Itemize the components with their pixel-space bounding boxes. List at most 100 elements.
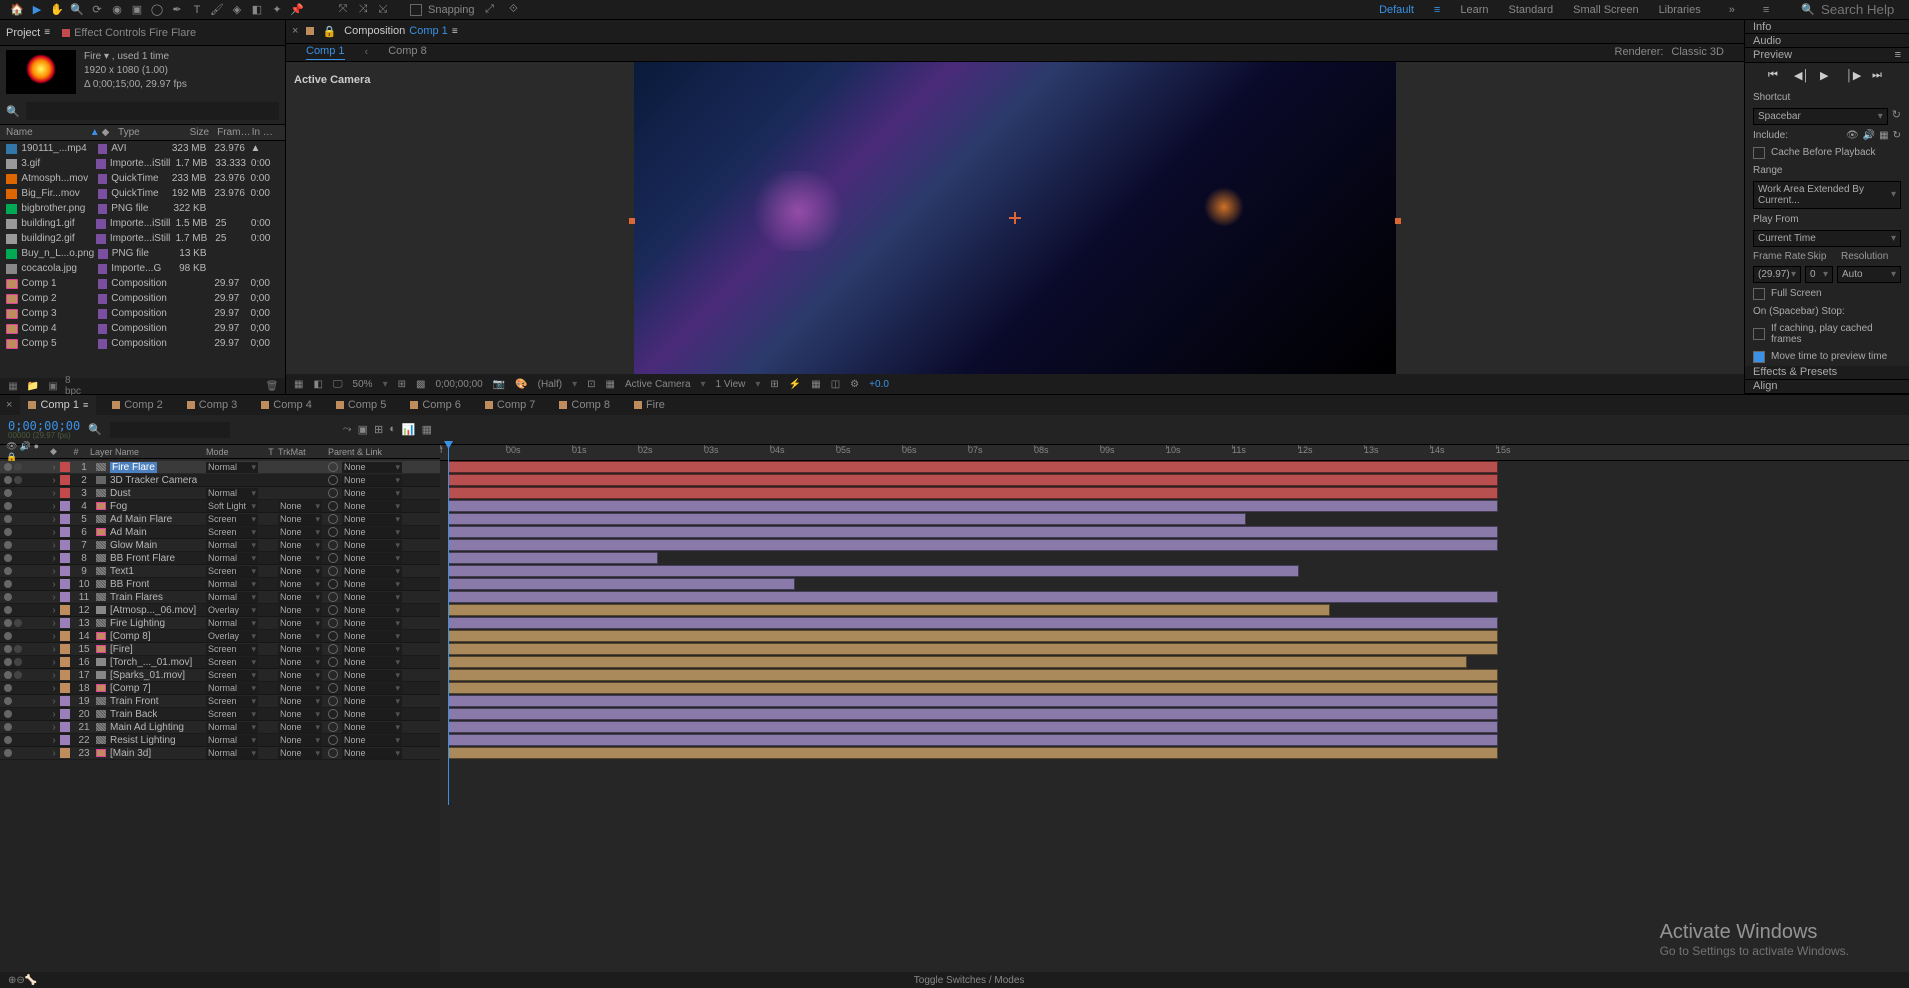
pen-tool-icon[interactable]: ✒ — [168, 1, 186, 19]
timeline-clip[interactable] — [448, 708, 1498, 720]
flowchart-icon[interactable]: ◫ — [831, 379, 840, 390]
layer-row[interactable]: › 15 [Fire] Screen None None — [0, 643, 440, 656]
pickwhip-icon[interactable] — [328, 501, 338, 511]
asset-row[interactable]: Comp 1 Composition 29.97 0;00 — [0, 276, 285, 291]
hand-tool-icon[interactable]: ✋ — [48, 1, 66, 19]
pickwhip-icon[interactable] — [328, 605, 338, 615]
timeline-clip[interactable] — [448, 487, 1498, 499]
layer-row[interactable]: › 20 Train Back Screen None None — [0, 708, 440, 721]
snapshot-icon[interactable]: 📷 — [493, 379, 505, 390]
timeline-clip[interactable] — [448, 747, 1498, 759]
include-audio-icon[interactable]: 🔊 — [1863, 130, 1875, 141]
frame-blend-icon[interactable]: ⊞ — [374, 423, 383, 436]
timeline-clip[interactable] — [448, 721, 1498, 733]
show-snapshot-icon[interactable]: 🎨 — [515, 379, 527, 390]
next-frame-icon[interactable]: │▶ — [1846, 69, 1860, 83]
layer-row[interactable]: › 23 [Main 3d] Normal None None — [0, 747, 440, 760]
layer-row[interactable]: › 1 Fire Flare Normal None — [0, 461, 440, 474]
renderer-value[interactable]: Classic 3D — [1671, 46, 1724, 58]
move-time-checkbox[interactable] — [1753, 351, 1765, 363]
layer-row[interactable]: › 18 [Comp 7] Normal None None — [0, 682, 440, 695]
asset-row[interactable]: Comp 5 Composition 29.97 0;00 — [0, 336, 285, 351]
workspace-learn[interactable]: Learn — [1460, 4, 1488, 16]
reset-exposure-icon[interactable]: ⚙ — [850, 379, 859, 390]
timeline-clip[interactable] — [448, 552, 658, 564]
panel-effects[interactable]: Effects & Presets — [1745, 366, 1909, 380]
last-frame-icon[interactable]: ⏭ — [1872, 69, 1886, 83]
collapse-icon[interactable]: ⊖ — [16, 975, 24, 986]
timeline-clip[interactable] — [448, 565, 1299, 577]
shape-tool-icon[interactable]: ◯ — [148, 1, 166, 19]
pickwhip-icon[interactable] — [328, 540, 338, 550]
layer-row[interactable]: › 2 3D Tracker Camera None — [0, 474, 440, 487]
transparency-icon[interactable]: ▩ — [416, 379, 425, 390]
timeline-clip[interactable] — [448, 734, 1498, 746]
snapping-checkbox[interactable] — [410, 4, 422, 16]
cache-before-checkbox[interactable] — [1753, 147, 1765, 159]
include-video-icon[interactable]: 👁 — [1846, 130, 1859, 141]
pickwhip-icon[interactable] — [328, 514, 338, 524]
timeline-clip[interactable] — [448, 500, 1498, 512]
pickwhip-icon[interactable] — [328, 618, 338, 628]
layer-row[interactable]: › 21 Main Ad Lighting Normal None None — [0, 721, 440, 734]
grid-icon[interactable]: ▦ — [605, 379, 614, 390]
if-caching-checkbox[interactable] — [1753, 328, 1765, 340]
pickwhip-icon[interactable] — [328, 488, 338, 498]
pickwhip-icon[interactable] — [328, 475, 338, 485]
asset-row[interactable]: Comp 3 Composition 29.97 0;00 — [0, 306, 285, 321]
pickwhip-icon[interactable] — [328, 748, 338, 758]
asset-row[interactable]: 3.gif Importe...iStill 1.7 MB 33.333 0:0… — [0, 156, 285, 171]
layer-row[interactable]: › 9 Text1 Screen None None — [0, 565, 440, 578]
pickwhip-icon[interactable] — [328, 527, 338, 537]
motion-blur-icon[interactable]: ◐ — [389, 423, 396, 436]
asset-row[interactable]: Big_Fir...mov QuickTime 192 MB 23.976 0:… — [0, 186, 285, 201]
workspace-libraries[interactable]: Libraries — [1659, 4, 1701, 16]
timeline-clip[interactable] — [448, 591, 1498, 603]
fullscreen-checkbox[interactable] — [1753, 288, 1765, 300]
tab-composition[interactable]: Composition Comp 1 ≡ — [344, 25, 458, 37]
project-search-input[interactable] — [26, 102, 279, 120]
skip-dropdown[interactable]: 0 — [1805, 266, 1833, 283]
asset-row[interactable]: building2.gif Importe...iStill 1.7 MB 25… — [0, 231, 285, 246]
timeline-tab[interactable]: Fire — [626, 395, 673, 415]
layer-row[interactable]: › 7 Glow Main Normal None None — [0, 539, 440, 552]
shy-icon[interactable]: ▦ — [422, 423, 432, 436]
timeline-clip[interactable] — [448, 617, 1498, 629]
timeline-clip[interactable] — [448, 643, 1498, 655]
timeline-clip[interactable] — [448, 526, 1498, 538]
selection-tool-icon[interactable]: ▶ — [28, 1, 46, 19]
pickwhip-icon[interactable] — [328, 657, 338, 667]
pickwhip-icon[interactable] — [328, 566, 338, 576]
snap-collapse-icon[interactable]: ⟐ — [505, 1, 523, 19]
axis-local-icon[interactable]: ⤧ — [334, 1, 352, 19]
pickwhip-icon[interactable] — [328, 462, 338, 472]
layer-row[interactable]: › 13 Fire Lighting Normal None None — [0, 617, 440, 630]
channel-icon[interactable]: ◧ — [313, 379, 322, 390]
timeline-tab[interactable]: Comp 1 ≡ — [20, 395, 96, 415]
pickwhip-icon[interactable] — [328, 683, 338, 693]
orbit-tool-icon[interactable]: ⟳ — [88, 1, 106, 19]
pickwhip-icon[interactable] — [328, 553, 338, 563]
home-icon[interactable]: 🏠 — [8, 1, 26, 19]
region-icon[interactable]: ⊡ — [587, 379, 595, 390]
layer-row[interactable]: › 16 [Torch_..._01.mov] Screen None None — [0, 656, 440, 669]
eraser-tool-icon[interactable]: ◧ — [248, 1, 266, 19]
resolution-icon[interactable]: ⊞ — [398, 379, 406, 390]
timeline-clip[interactable] — [448, 656, 1467, 668]
monitor-icon[interactable]: 🖵 — [333, 379, 343, 390]
lock-icon[interactable]: 🔒 — [322, 25, 336, 38]
timeline-clip[interactable] — [448, 474, 1498, 486]
asset-row[interactable]: cocacola.jpg Importe...G 98 KB — [0, 261, 285, 276]
layer-row[interactable]: › 8 BB Front Flare Normal None None — [0, 552, 440, 565]
expand-icon[interactable]: ⊕ — [8, 975, 16, 986]
asset-row[interactable]: Comp 4 Composition 29.97 0;00 — [0, 321, 285, 336]
reset-icon[interactable]: ↻ — [1892, 108, 1901, 125]
pickwhip-icon[interactable] — [328, 696, 338, 706]
timeline-tab[interactable]: Comp 5 — [328, 395, 395, 415]
timeline-clip[interactable] — [448, 461, 1498, 473]
layer-row[interactable]: › 6 Ad Main Screen None None — [0, 526, 440, 539]
pickwhip-icon[interactable] — [328, 592, 338, 602]
timeline-tab[interactable]: Comp 4 — [253, 395, 320, 415]
roto-tool-icon[interactable]: ✦ — [268, 1, 286, 19]
pickwhip-icon[interactable] — [328, 709, 338, 719]
